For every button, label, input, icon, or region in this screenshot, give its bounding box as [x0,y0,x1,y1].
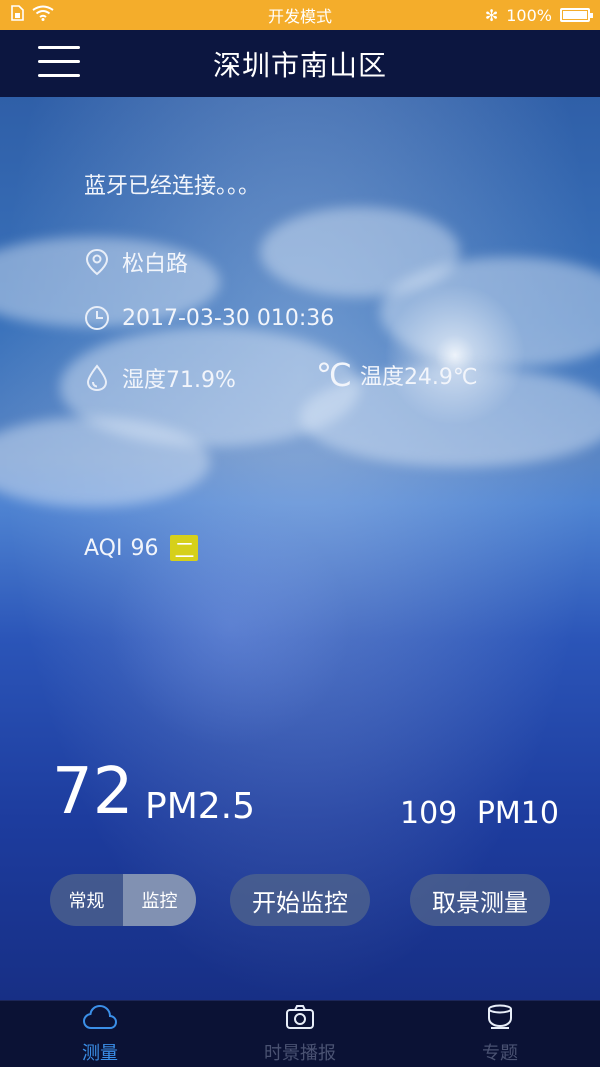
humidity-text: 湿度71.9% [122,368,236,393]
aqi-level-badge: 二 [170,535,199,562]
capture-measure-button[interactable]: 取景测量 [410,874,550,926]
mode-monitor-option[interactable]: 监控 [123,874,196,926]
battery-fill [563,11,587,19]
tab-scene-broadcast[interactable]: 时景播报 [200,1001,400,1067]
bluetooth-icon: ✻ [484,5,499,25]
app-header: 深圳市南山区 [0,30,600,97]
status-bar: 开发模式 ✻ 100% [0,0,600,30]
battery-percent: 100% [506,5,552,25]
pm25-label: PM2.5 [145,786,256,827]
humidity-row: 湿度71.9% [84,362,236,394]
pm10-reading: 109 PM10 [400,796,559,831]
location-pin-icon [84,248,110,276]
aqi-label: AQI [84,535,123,561]
tab-topics-label: 专题 [482,1042,518,1064]
location-text: 松白路 [122,252,189,277]
pm25-value: 72 [52,755,134,829]
aqi-row: AQI 96 二 [84,535,199,562]
bluetooth-status-text: 蓝牙已经连接。。。 [84,174,261,199]
menu-icon[interactable] [38,46,80,80]
start-monitor-button[interactable]: 开始监控 [230,874,370,926]
water-drop-icon [84,364,110,392]
cup-icon [485,1004,515,1035]
camera-icon [285,1004,315,1035]
tab-measure-label: 测量 [82,1042,118,1064]
cloud-icon [82,1004,118,1035]
temperature-row: ℃ 温度24.9℃ [316,356,478,394]
location-row: 松白路 [84,246,188,278]
sim-icon [10,5,24,25]
mode-normal-option[interactable]: 常规 [50,874,123,926]
aqi-value: 96 [130,535,159,561]
datetime-text: 2017-03-30 010:36 [122,305,335,331]
clock-icon [84,305,110,331]
battery-icon [560,8,593,22]
page-title: 深圳市南山区 [212,48,387,82]
tab-topics[interactable]: 专题 [400,1001,600,1067]
tab-measure[interactable]: 测量 [0,1001,200,1067]
thermometer-celsius-icon: ℃ [316,356,352,394]
bottom-tab-bar: 测量 时景播报 专题 [0,1000,600,1067]
mode-segmented-control[interactable]: 常规 监控 [50,874,196,926]
temperature-text: 温度24.9℃ [359,365,478,390]
pm10-label: PM10 [476,796,559,831]
pm10-value: 109 [400,796,458,831]
datetime-row: 2017-03-30 010:36 [84,305,334,331]
wifi-icon [32,5,54,25]
tab-scene-broadcast-label: 时景播报 [264,1042,336,1064]
